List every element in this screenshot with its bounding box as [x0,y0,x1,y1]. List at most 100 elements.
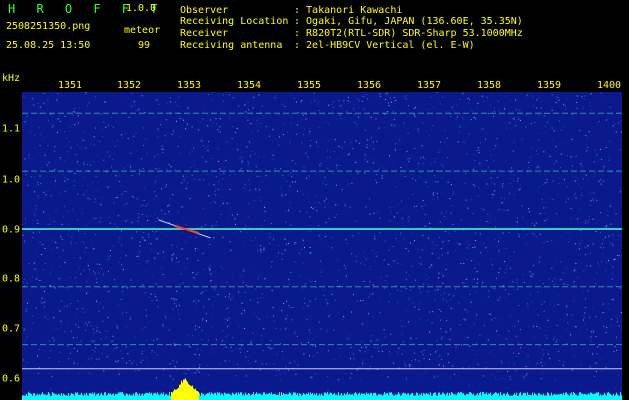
noise-speck [53,220,55,222]
noise-speck [453,109,455,111]
noise-speck [207,94,209,96]
noise-speck [417,248,419,250]
noise-speck [213,237,215,239]
level-bar-column [407,393,408,400]
noise-speck [241,156,243,158]
noise-speck [107,186,109,188]
noise-speck [245,375,247,377]
noise-speck [312,338,314,340]
x-tick-1356: 1356 [356,80,382,91]
noise-speck [93,217,95,219]
noise-speck [174,345,176,346]
noise-speck [312,208,314,210]
noise-speck [54,287,56,289]
noise-speck [231,350,233,352]
noise-speck [226,141,228,143]
noise-speck [344,141,346,143]
noise-speck [299,275,301,277]
noise-speck [487,98,489,100]
noise-speck [592,199,594,201]
noise-speck [480,142,481,144]
noise-speck [439,221,441,223]
level-bar-column [140,396,141,400]
noise-speck [92,244,93,246]
noise-speck [523,237,525,239]
y-axis-unit: kHz [2,73,21,84]
level-bar-column [403,392,404,400]
noise-speck [589,102,591,104]
level-bar-column [82,394,83,400]
noise-speck [292,366,294,368]
noise-speck [158,103,160,105]
noise-speck [314,100,316,102]
noise-speck [219,168,221,170]
level-bar-column [106,395,107,400]
noise-speck [143,127,145,129]
level-bar-column [399,393,400,400]
noise-speck [64,206,66,208]
noise-speck [424,214,426,216]
noise-speck [261,293,263,295]
noise-speck [384,94,386,96]
noise-speck [507,341,509,343]
noise-speck [176,370,178,372]
noise-speck [47,190,49,192]
noise-speck [106,151,108,153]
noise-speck [545,207,547,209]
noise-speck [538,97,540,99]
noise-speck [493,288,495,289]
noise-speck [532,325,534,327]
noise-speck [127,287,129,288]
noise-speck [434,247,436,249]
noise-speck [409,364,411,366]
noise-speck [407,115,409,117]
level-bar-column [278,394,279,400]
noise-speck [37,195,39,197]
level-bar-column [195,388,196,400]
noise-speck [412,224,414,226]
noise-speck [247,231,249,233]
level-bar-column [443,392,444,400]
noise-speck [337,280,339,282]
noise-speck [440,141,442,143]
noise-speck [593,161,594,163]
noise-speck [198,326,200,328]
noise-speck [589,219,591,220]
noise-speck [118,261,120,263]
noise-speck [264,206,265,208]
noise-speck [542,201,543,203]
noise-speck [23,130,25,132]
noise-speck [463,263,465,265]
noise-speck [101,114,102,116]
noise-speck [193,300,195,302]
noise-speck [208,298,210,300]
level-bar-column [215,392,216,400]
noise-speck [75,277,76,279]
noise-speck [605,236,606,238]
noise-speck [79,107,80,109]
noise-speck [616,317,618,319]
noise-speck [343,100,345,102]
level-bar-column [307,394,308,400]
noise-speck [224,114,226,116]
x-tick-1358: 1358 [476,80,502,91]
noise-speck [446,320,448,322]
noise-speck [360,300,361,302]
noise-speck [495,288,497,290]
noise-speck [211,157,213,159]
noise-speck [118,174,120,176]
noise-speck [503,247,505,249]
noise-speck [513,251,515,253]
noise-speck [185,223,187,225]
level-bar-column [69,396,70,400]
noise-speck [168,211,170,213]
noise-speck [90,357,92,359]
level-bar-column [93,394,94,400]
level-bar-column [352,394,353,400]
level-bar-column [577,395,578,400]
noise-speck [474,268,476,270]
noise-speck [357,98,359,100]
noise-speck [487,339,489,341]
noise-speck [410,338,412,340]
noise-speck [309,145,311,147]
